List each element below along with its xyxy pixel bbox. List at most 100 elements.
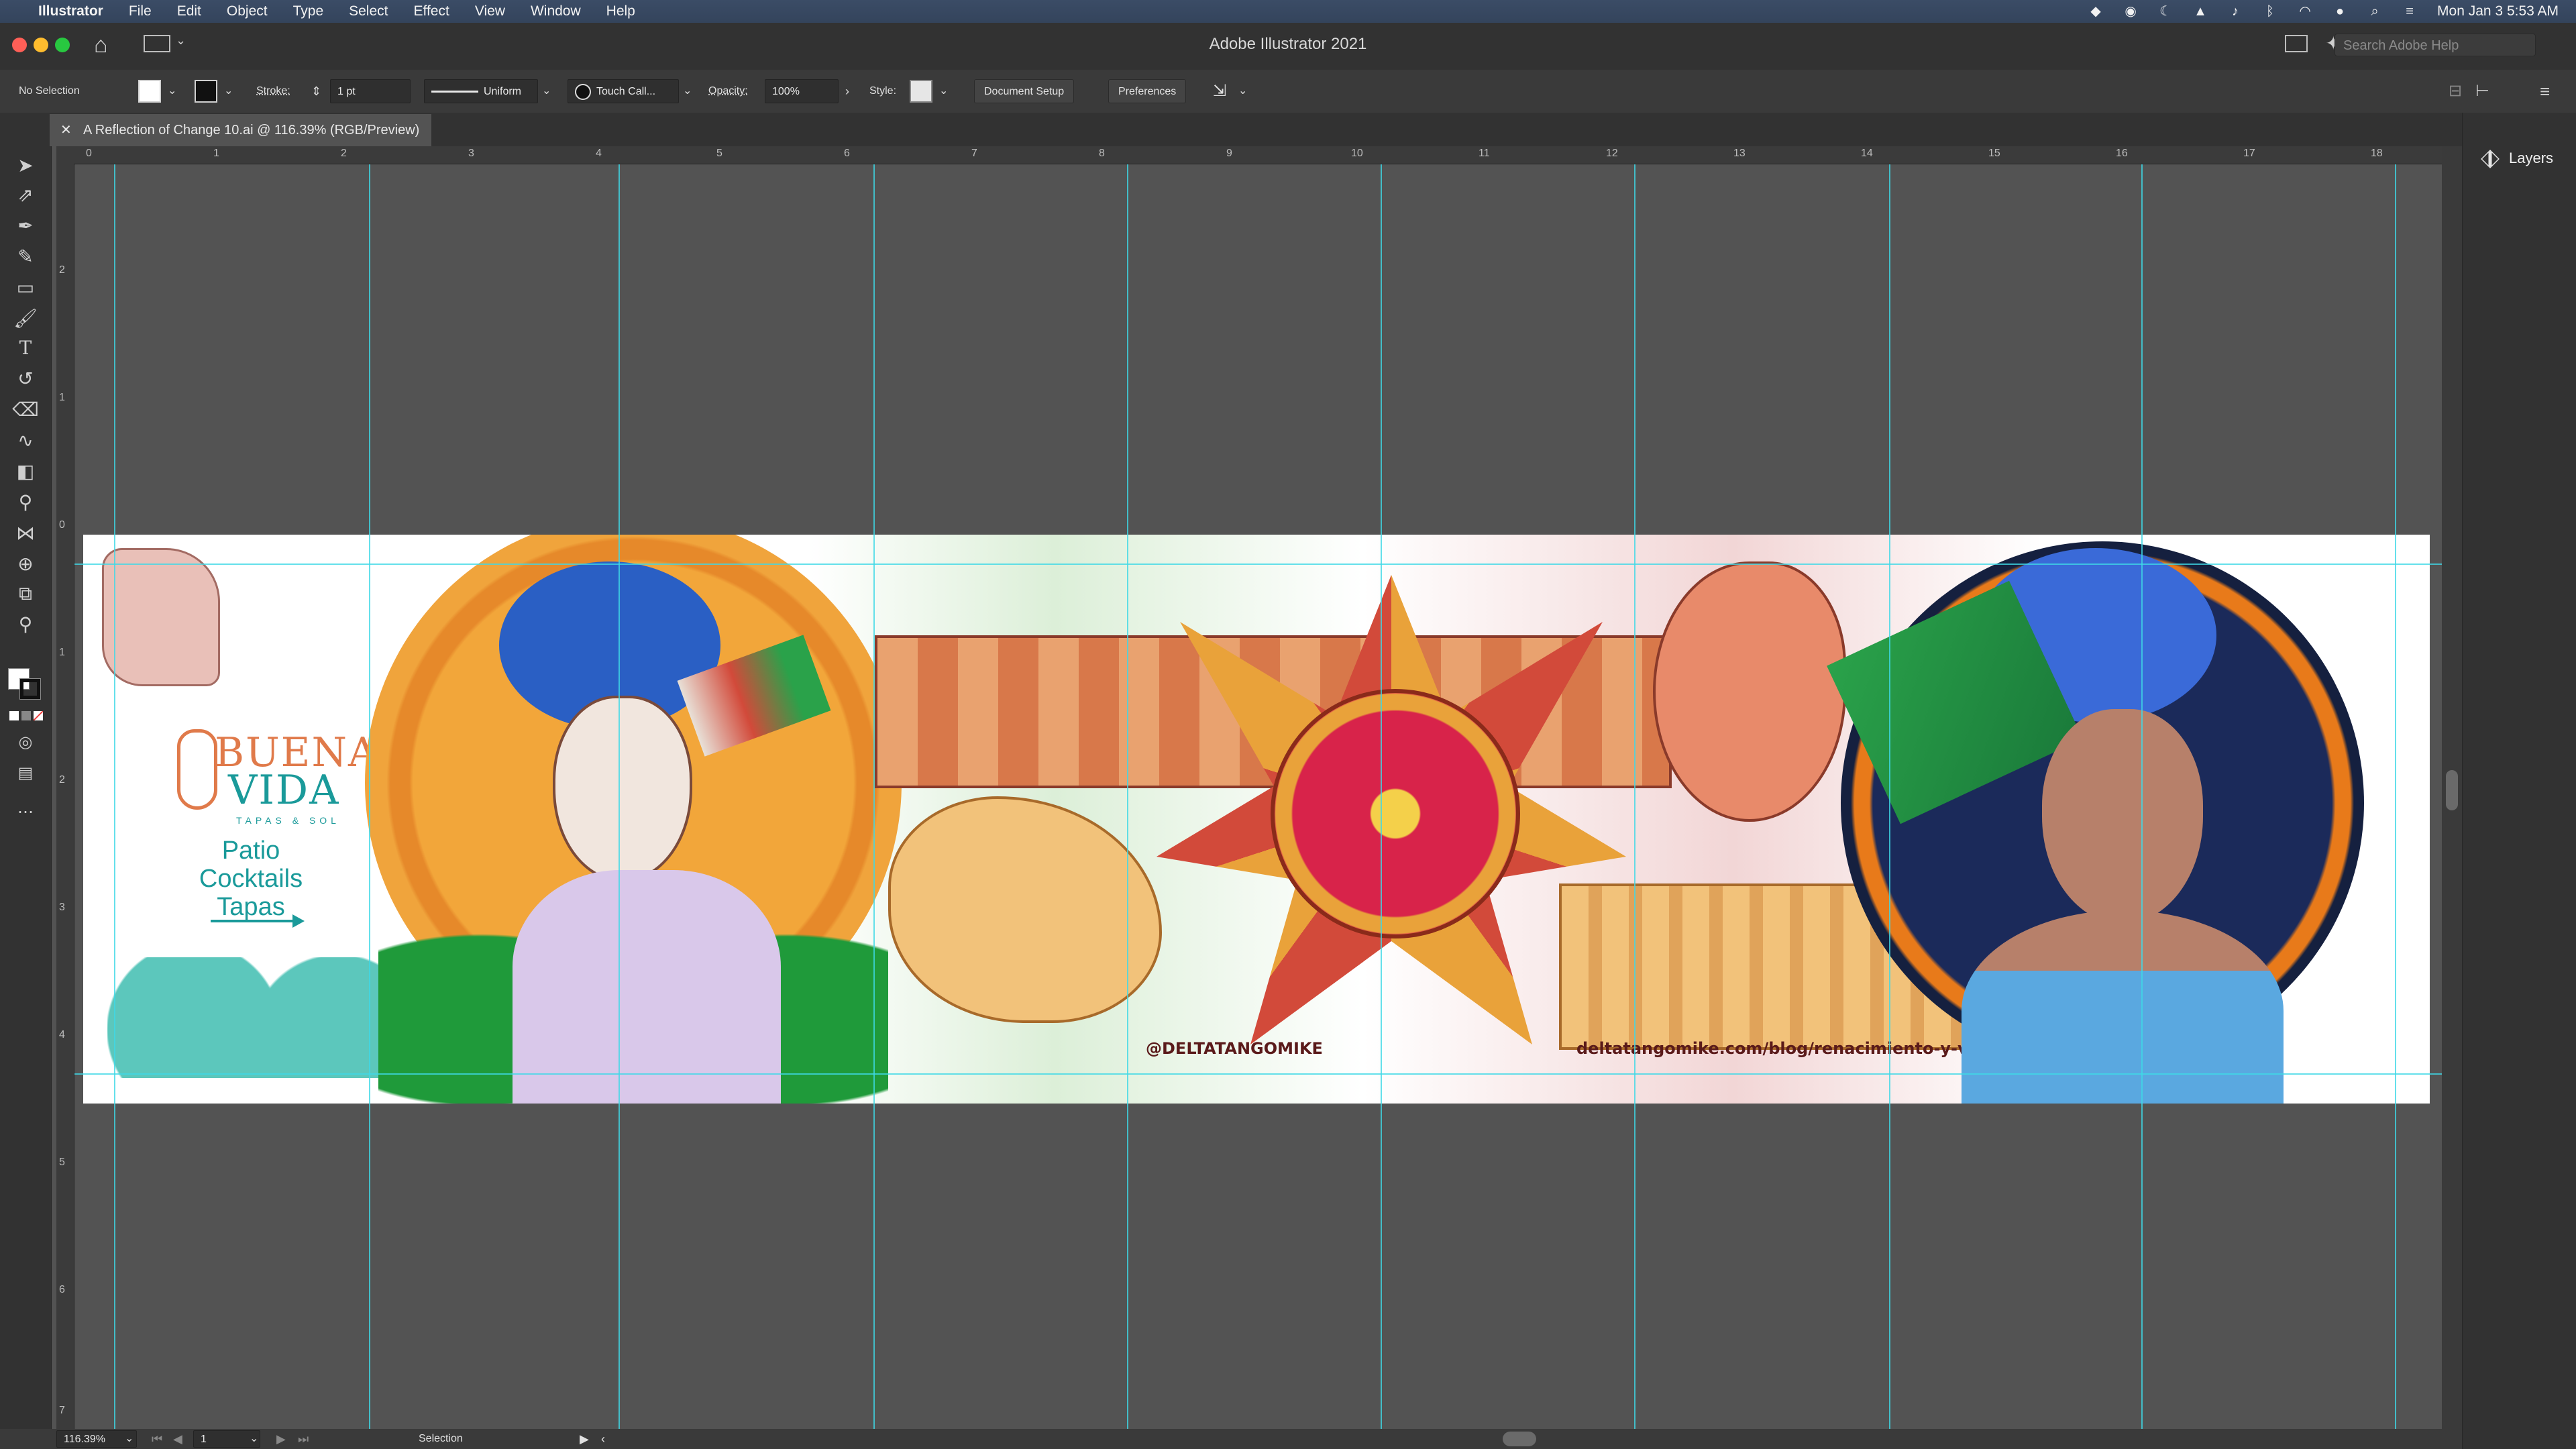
pen-tool-icon[interactable]: ✒ (11, 213, 40, 239)
guide-line[interactable] (74, 564, 2442, 565)
macos-menu-bar: Illustrator File Edit Object Type Select… (0, 0, 2576, 23)
bluetooth-icon[interactable]: ᛒ (2263, 4, 2277, 19)
guide-line[interactable] (619, 164, 620, 1429)
chevron-down-icon[interactable]: ⌄ (1238, 79, 1247, 103)
first-artboard-icon[interactable]: ⏮ (152, 1430, 162, 1448)
menu-effect[interactable]: Effect (401, 3, 462, 19)
opacity-label[interactable]: Opacity: (708, 79, 748, 103)
spotlight-icon[interactable]: ⌕ (2367, 4, 2382, 19)
paintbrush-tool-icon[interactable]: 🖌 (11, 306, 40, 331)
panel-grip[interactable] (2462, 131, 2576, 136)
direct-selection-tool-icon[interactable]: ⇗ (11, 182, 40, 208)
menu-app-name[interactable]: Illustrator (25, 3, 116, 19)
chevron-down-icon[interactable]: ⌄ (542, 79, 551, 103)
user-icon[interactable]: ● (2332, 4, 2347, 19)
guide-line[interactable] (2395, 164, 2396, 1429)
gradient-mode-icon[interactable] (21, 711, 31, 720)
chevron-down-icon[interactable]: ⌄ (683, 79, 692, 103)
color-mode-icon[interactable] (9, 711, 19, 720)
scroll-thumb[interactable] (2446, 770, 2458, 810)
menu-window[interactable]: Window (518, 3, 594, 19)
vertical-scrollbar[interactable] (2442, 146, 2462, 1429)
horizontal-scroll-thumb[interactable] (1503, 1432, 1536, 1446)
guide-line[interactable] (1889, 164, 1890, 1429)
vertical-ruler[interactable]: 2 1 0 1 2 3 4 5 6 7 (56, 164, 74, 1429)
graphic-style-swatch[interactable] (910, 80, 932, 103)
guide-line[interactable] (114, 164, 115, 1429)
none-mode-icon[interactable] (34, 711, 43, 720)
airplay-icon[interactable]: ▲ (2193, 4, 2208, 19)
rectangle-tool-icon[interactable]: ▭ (11, 275, 40, 301)
draw-mode-icon[interactable]: ◎ (11, 730, 40, 755)
guide-line[interactable] (1381, 164, 1382, 1429)
curvature-tool-icon[interactable]: ✎ (11, 244, 40, 270)
screen-mode-icon[interactable]: ▤ (11, 761, 40, 786)
guide-line[interactable] (369, 164, 370, 1429)
volume-icon[interactable]: ♪ (2228, 4, 2243, 19)
stroke-color-box[interactable] (19, 678, 41, 700)
next-artboard-icon[interactable]: ▶ (276, 1430, 286, 1448)
stroke-weight-field[interactable]: 1 pt (330, 79, 411, 103)
menu-select[interactable]: Select (336, 3, 400, 19)
eraser-tool-icon[interactable]: ⌫ (11, 397, 40, 423)
guide-line[interactable] (1634, 164, 1635, 1429)
opacity-field[interactable]: 100% (765, 79, 839, 103)
layers-panel-button[interactable]: Layers (2467, 144, 2568, 173)
arrange-icon[interactable]: ⇲ (1213, 79, 1226, 103)
stepper-icon[interactable]: ⇕ (311, 79, 321, 103)
menu-type[interactable]: Type (280, 3, 337, 19)
menu-file[interactable]: File (116, 3, 164, 19)
menu-help[interactable]: Help (594, 3, 648, 19)
document-tab[interactable]: ✕ A Reflection of Change 10.ai @ 116.39%… (50, 114, 432, 146)
last-artboard-icon[interactable]: ⏭ (298, 1430, 309, 1448)
menu-view[interactable]: View (462, 3, 518, 19)
rotate-tool-icon[interactable]: ↺ (11, 366, 40, 392)
guide-line[interactable] (2141, 164, 2143, 1429)
wifi-icon[interactable]: ◠ (2298, 4, 2312, 19)
more-tools-icon[interactable]: ⋯ (11, 800, 40, 825)
horizontal-ruler[interactable]: 0 1 2 3 4 5 6 7 8 9 10 11 12 13 14 15 16… (56, 146, 2442, 164)
lasso-tool-icon[interactable]: ∿ (11, 428, 40, 453)
fill-swatch[interactable] (138, 80, 161, 103)
document-setup-button[interactable]: Document Setup (974, 79, 1075, 103)
stroke-swatch[interactable] (195, 80, 217, 103)
variable-width-profile[interactable]: Uniform (424, 79, 538, 103)
artboard[interactable]: BUENA VIDA TAPAS & SOL Patio Cocktails T… (83, 535, 2430, 1104)
dropbox-icon[interactable]: ◆ (2088, 4, 2103, 19)
menu-object[interactable]: Object (214, 3, 280, 19)
chevron-down-icon[interactable]: ⌄ (224, 79, 233, 103)
guide-line[interactable] (873, 164, 875, 1429)
previous-artboard-icon[interactable]: ◀ (173, 1430, 182, 1448)
selection-tool-icon[interactable]: ➤ (11, 153, 40, 178)
panel-menu-icon[interactable]: ≡ (2540, 79, 2550, 103)
gradient-tool-icon[interactable]: ◧ (11, 459, 40, 484)
brush-definition[interactable]: Touch Call... (568, 79, 679, 103)
menu-edit[interactable]: Edit (164, 3, 214, 19)
chevron-down-icon[interactable]: ⌄ (168, 79, 176, 103)
zoom-tool-icon[interactable]: ⚲ (11, 612, 40, 637)
chevron-down-icon[interactable]: ⌄ (250, 1430, 258, 1448)
type-tool-icon[interactable]: T (11, 335, 40, 361)
stroke-label[interactable]: Stroke: (256, 79, 290, 103)
guide-line[interactable] (1127, 164, 1128, 1429)
moon-icon[interactable]: ☾ (2158, 4, 2173, 19)
artboard-tool-icon[interactable]: ⧉ (11, 581, 40, 606)
search-help-input[interactable]: Search Adobe Help (2334, 34, 2536, 56)
arrange-documents-icon[interactable] (2285, 35, 2308, 52)
chevron-down-icon[interactable]: ⌄ (125, 1430, 133, 1448)
status-icon[interactable]: ◉ (2123, 4, 2138, 19)
chevron-down-icon[interactable]: ⌄ (939, 79, 948, 103)
chevron-right-icon[interactable]: › (845, 79, 849, 103)
align-icon[interactable]: ⊟ (2449, 79, 2462, 103)
preferences-button[interactable]: Preferences (1108, 79, 1187, 103)
status-menu-icon[interactable]: ▶ (580, 1430, 589, 1448)
guide-line[interactable] (74, 1073, 2442, 1075)
close-tab-icon[interactable]: ✕ (60, 114, 72, 146)
distribute-icon[interactable]: ⊢ (2475, 79, 2489, 103)
blend-tool-icon[interactable]: ⋈ (11, 521, 40, 546)
menubar-clock[interactable]: Mon Jan 3 5:53 AM (2437, 3, 2559, 19)
control-center-icon[interactable]: ≡ (2402, 4, 2417, 19)
scroll-left-icon[interactable]: ‹ (601, 1430, 605, 1448)
eyedropper-tool-icon[interactable]: ⚲ (11, 490, 40, 515)
shape-builder-tool-icon[interactable]: ⊕ (11, 551, 40, 577)
